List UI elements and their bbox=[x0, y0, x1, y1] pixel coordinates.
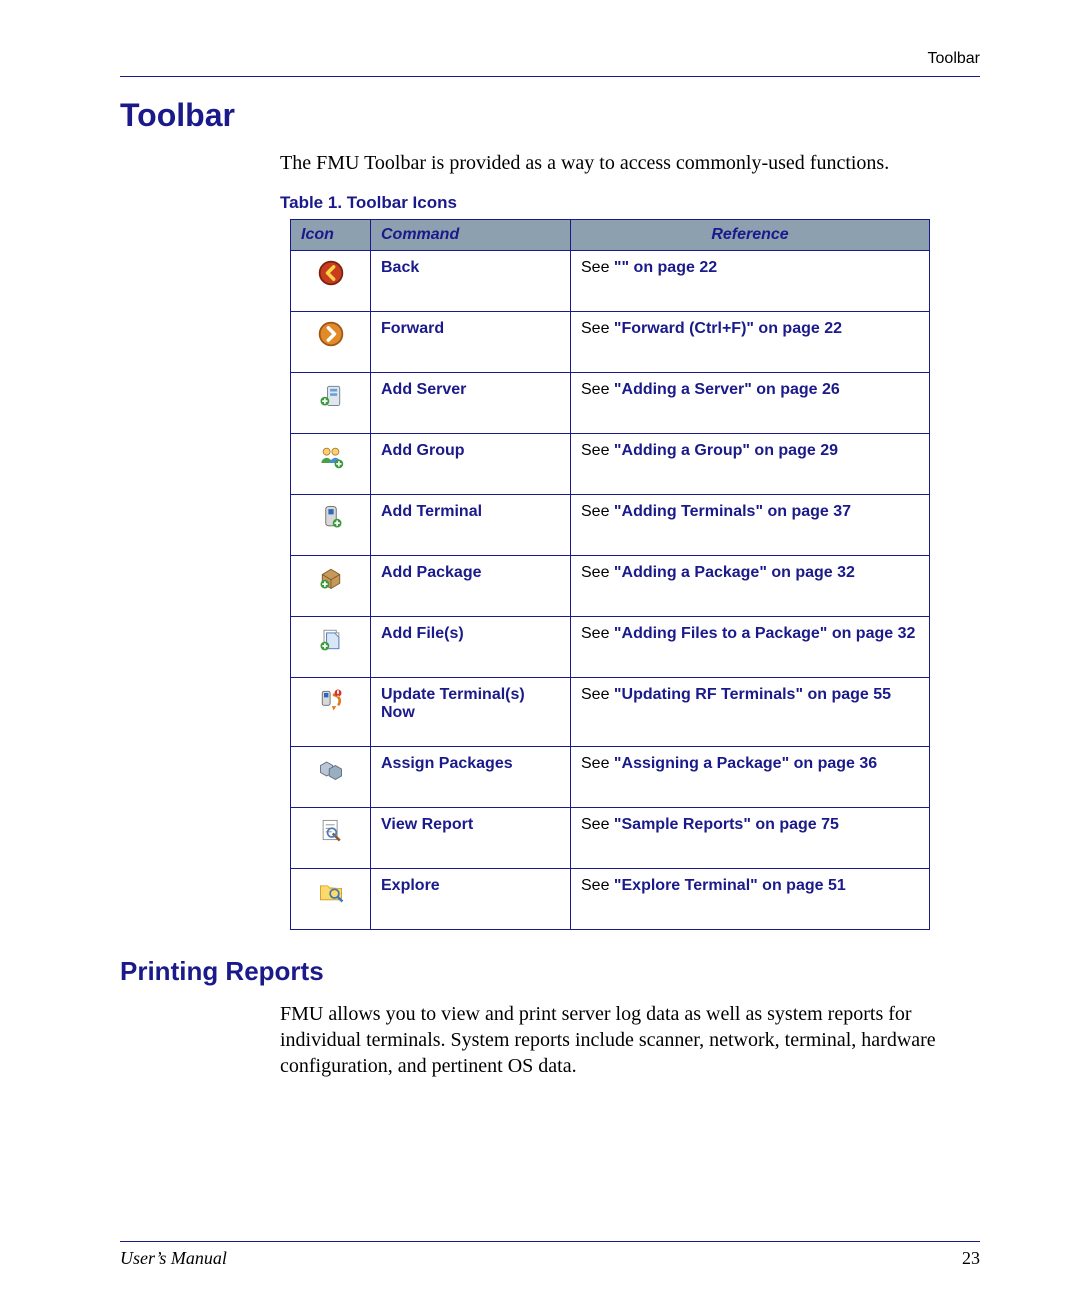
reference-cell: See "Assigning a Package" on page 36 bbox=[571, 747, 930, 808]
add-package-icon bbox=[317, 564, 345, 592]
table-row: Add Terminal See "Adding Terminals" on p… bbox=[291, 495, 930, 556]
back-icon bbox=[317, 259, 345, 287]
table-row: Add Group See "Adding a Group" on page 2… bbox=[291, 434, 930, 495]
reference-link[interactable]: "" on page 22 bbox=[614, 259, 717, 276]
command-label: Add Terminal bbox=[371, 495, 571, 556]
reference-link[interactable]: "Adding Terminals" on page 37 bbox=[614, 503, 851, 520]
command-label: Forward bbox=[371, 312, 571, 373]
table-row: Back See "" on page 22 bbox=[291, 251, 930, 312]
command-label: Add Group bbox=[371, 434, 571, 495]
printing-reports-paragraph: FMU allows you to view and print server … bbox=[280, 1001, 980, 1079]
page-number: 23 bbox=[962, 1248, 980, 1269]
toolbar-icons-table: Icon Command Reference Back See "" on pa… bbox=[290, 219, 930, 930]
reference-link[interactable]: "Forward (Ctrl+F)" on page 22 bbox=[614, 320, 842, 337]
reference-link[interactable]: "Adding a Group" on page 29 bbox=[614, 442, 838, 459]
reference-link[interactable]: "Updating RF Terminals" on page 55 bbox=[614, 686, 891, 703]
command-label: View Report bbox=[371, 808, 571, 869]
table-row: Add Server See "Adding a Server" on page… bbox=[291, 373, 930, 434]
explore-icon bbox=[317, 877, 345, 905]
table-header-row: Icon Command Reference bbox=[291, 220, 930, 251]
reference-cell: See "Adding Terminals" on page 37 bbox=[571, 495, 930, 556]
footer-left: User’s Manual bbox=[120, 1248, 227, 1269]
table-row: Add File(s) See "Adding Files to a Packa… bbox=[291, 617, 930, 678]
reference-cell: See "Adding a Server" on page 26 bbox=[571, 373, 930, 434]
reference-cell: See "Forward (Ctrl+F)" on page 22 bbox=[571, 312, 930, 373]
command-label: Add Server bbox=[371, 373, 571, 434]
add-server-icon bbox=[317, 381, 345, 409]
update-terminals-icon bbox=[317, 686, 345, 714]
command-label: Update Terminal(s) Now bbox=[371, 678, 571, 747]
table-row: Forward See "Forward (Ctrl+F)" on page 2… bbox=[291, 312, 930, 373]
reference-cell: See "Adding Files to a Package" on page … bbox=[571, 617, 930, 678]
reference-link[interactable]: "Explore Terminal" on page 51 bbox=[614, 877, 846, 894]
forward-icon bbox=[317, 320, 345, 348]
table-caption: Table 1. Toolbar Icons bbox=[280, 193, 980, 213]
reference-cell: See "Adding a Group" on page 29 bbox=[571, 434, 930, 495]
view-report-icon bbox=[317, 816, 345, 844]
add-files-icon bbox=[317, 625, 345, 653]
table-row: Add Package See "Adding a Package" on pa… bbox=[291, 556, 930, 617]
assign-packages-icon bbox=[317, 755, 345, 783]
col-header-reference: Reference bbox=[571, 220, 930, 251]
reference-cell: See "" on page 22 bbox=[571, 251, 930, 312]
reference-link[interactable]: "Adding Files to a Package" on page 32 bbox=[614, 625, 915, 642]
command-label: Add File(s) bbox=[371, 617, 571, 678]
table-row: Update Terminal(s) Now See "Updating RF … bbox=[291, 678, 930, 747]
command-label: Add Package bbox=[371, 556, 571, 617]
add-group-icon bbox=[317, 442, 345, 470]
table-row: View Report See "Sample Reports" on page… bbox=[291, 808, 930, 869]
page-content: Toolbar Toolbar The FMU Toolbar is provi… bbox=[0, 0, 1080, 1129]
reference-cell: See "Sample Reports" on page 75 bbox=[571, 808, 930, 869]
command-label: Back bbox=[371, 251, 571, 312]
reference-cell: See "Updating RF Terminals" on page 55 bbox=[571, 678, 930, 747]
reference-link[interactable]: "Adding a Package" on page 32 bbox=[614, 564, 855, 581]
section-heading-printing-reports: Printing Reports bbox=[120, 956, 980, 987]
reference-cell: See "Explore Terminal" on page 51 bbox=[571, 869, 930, 930]
command-label: Assign Packages bbox=[371, 747, 571, 808]
col-header-command: Command bbox=[371, 220, 571, 251]
table-row: Explore See "Explore Terminal" on page 5… bbox=[291, 869, 930, 930]
reference-link[interactable]: "Sample Reports" on page 75 bbox=[614, 816, 839, 833]
running-header: Toolbar bbox=[120, 50, 980, 77]
section-heading-toolbar: Toolbar bbox=[120, 97, 980, 134]
page-footer: User’s Manual 23 bbox=[120, 1241, 980, 1269]
intro-paragraph: The FMU Toolbar is provided as a way to … bbox=[280, 152, 980, 175]
reference-link[interactable]: "Adding a Server" on page 26 bbox=[614, 381, 840, 398]
table-row: Assign Packages See "Assigning a Package… bbox=[291, 747, 930, 808]
add-terminal-icon bbox=[317, 503, 345, 531]
reference-cell: See "Adding a Package" on page 32 bbox=[571, 556, 930, 617]
reference-link[interactable]: "Assigning a Package" on page 36 bbox=[614, 755, 877, 772]
command-label: Explore bbox=[371, 869, 571, 930]
col-header-icon: Icon bbox=[291, 220, 371, 251]
